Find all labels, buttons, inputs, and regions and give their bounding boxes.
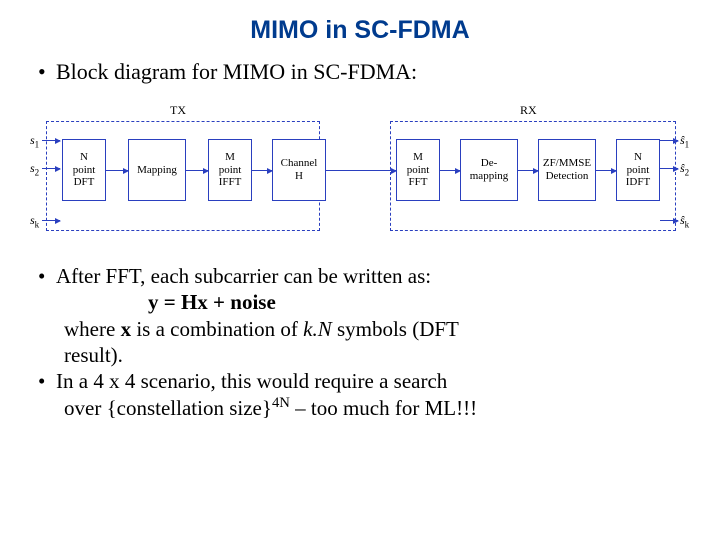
signal-s2-in: s2 bbox=[30, 161, 39, 177]
intro-bullet: •Block diagram for MIMO in SC-FDMA: bbox=[38, 59, 690, 85]
t1: where bbox=[64, 317, 121, 341]
arrow-fft-demap bbox=[440, 170, 460, 171]
t2: x bbox=[121, 317, 132, 341]
t8: 4N bbox=[272, 395, 290, 411]
rx-label: RX bbox=[520, 103, 537, 118]
signal-sk-in: sk bbox=[30, 213, 39, 229]
arrow-in-1 bbox=[42, 140, 60, 141]
tx-label: TX bbox=[170, 103, 186, 118]
block-channel: Channel H bbox=[272, 139, 326, 201]
block-diagram: TX RX s1 s2 sk N point DFT Mapping M poi… bbox=[30, 95, 690, 245]
arrow-ifft-ch bbox=[252, 170, 272, 171]
block-idft: N point IDFT bbox=[616, 139, 660, 201]
block-demapping: De- mapping bbox=[460, 139, 518, 201]
t7: over {constellation size} bbox=[64, 396, 272, 420]
t4: k.N bbox=[303, 317, 332, 341]
block-detection: ZF/MMSE Detection bbox=[538, 139, 596, 201]
arrow-map-ifft bbox=[186, 170, 208, 171]
block-ifft: M point IFFT bbox=[208, 139, 252, 201]
arrow-det-idft bbox=[596, 170, 616, 171]
body-line2: In a 4 x 4 scenario, this would require … bbox=[56, 369, 447, 393]
body-eq: y = Hx + noise bbox=[148, 290, 276, 314]
arrow-ch-fft bbox=[326, 170, 396, 171]
t5: symbols (DFT bbox=[332, 317, 459, 341]
arrow-in-2 bbox=[42, 168, 60, 169]
arrow-dft-map bbox=[106, 170, 128, 171]
arrow-out-2 bbox=[660, 168, 678, 169]
body-line1: After FFT, each subcarrier can be writte… bbox=[56, 264, 431, 288]
t3: is a combination of bbox=[131, 317, 303, 341]
t9: – too much for ML!!! bbox=[290, 396, 477, 420]
block-mapping: Mapping bbox=[128, 139, 186, 201]
arrow-in-k bbox=[42, 220, 60, 221]
signal-s1-out: ŝ1 bbox=[680, 133, 689, 149]
arrow-out-1 bbox=[660, 140, 678, 141]
block-fft: M point FFT bbox=[396, 139, 440, 201]
signal-sk-out: ŝk bbox=[680, 213, 689, 229]
t6: result). bbox=[64, 342, 690, 368]
signal-s1-in: s1 bbox=[30, 133, 39, 149]
arrow-demap-det bbox=[518, 170, 538, 171]
block-dft: N point DFT bbox=[62, 139, 106, 201]
page-title: MIMO in SC-FDMA bbox=[30, 16, 690, 45]
signal-s2-out: ŝ2 bbox=[680, 161, 689, 177]
intro-text: Block diagram for MIMO in SC-FDMA: bbox=[56, 59, 417, 84]
arrow-out-k bbox=[660, 220, 678, 221]
body-text: •After FFT, each subcarrier can be writt… bbox=[38, 263, 690, 422]
